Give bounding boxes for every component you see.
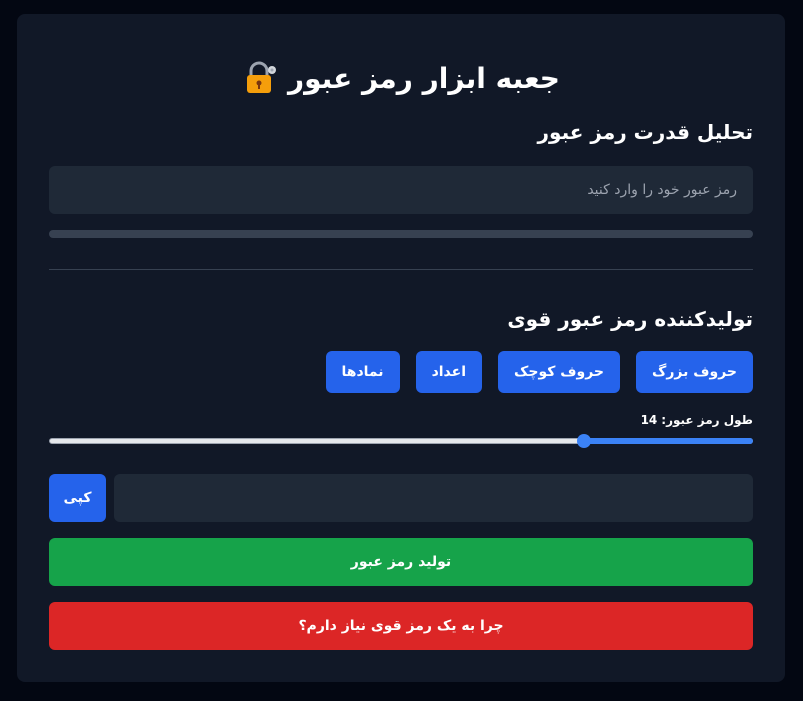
strength-meter <box>49 230 753 238</box>
page-title-text: جعبه ابزار رمز عبور <box>288 61 560 95</box>
generate-password-button[interactable]: تولید رمز عبور <box>49 538 753 586</box>
generated-password-field[interactable] <box>114 474 753 522</box>
length-slider-thumb[interactable] <box>577 434 592 448</box>
password-toolbox-card: جعبه ابزار رمز عبور تحلیل قدرت رمز عبور … <box>17 14 785 682</box>
copy-button[interactable]: کپی <box>49 474 106 522</box>
length-slider[interactable] <box>49 434 753 448</box>
section-divider <box>49 269 753 270</box>
analysis-heading: تحلیل قدرت رمز عبور <box>537 120 753 144</box>
option-uppercase-button[interactable]: حروف بزرگ <box>636 351 753 393</box>
length-label: طول رمز عبور: 14 <box>641 413 753 427</box>
option-symbols-button[interactable]: نمادها <box>325 351 400 393</box>
option-lowercase-button[interactable]: حروف کوچک <box>498 351 620 393</box>
page-title: جعبه ابزار رمز عبور <box>17 60 785 96</box>
character-options: حروف بزرگ حروف کوچک اعداد نمادها <box>325 351 753 393</box>
length-label-text: طول رمز عبور: <box>661 413 753 427</box>
lock-with-key-icon <box>242 60 278 96</box>
length-value: 14 <box>640 413 658 427</box>
length-slider-fill <box>584 438 753 444</box>
generator-heading: تولیدکننده رمز عبور قوی <box>507 307 753 331</box>
password-input[interactable] <box>49 166 753 214</box>
why-strong-password-button[interactable]: چرا به یک رمز قوی نیاز دارم؟ <box>49 602 753 650</box>
generated-password-row: کپی <box>49 474 753 522</box>
option-numbers-button[interactable]: اعداد <box>415 351 483 393</box>
